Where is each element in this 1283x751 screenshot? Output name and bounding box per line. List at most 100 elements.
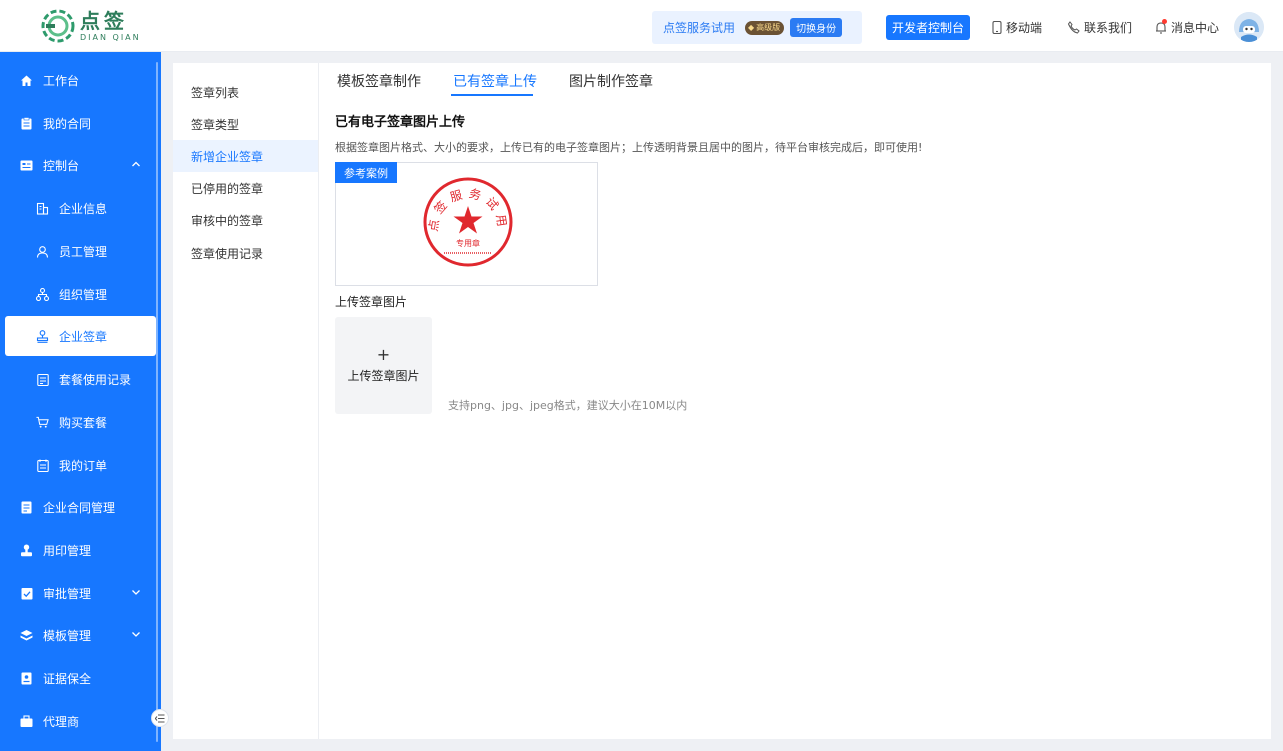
subnav-item-pending-seals[interactable]: 审核中的签章 xyxy=(173,204,318,236)
vip-label: 高级版 xyxy=(756,23,781,32)
seal-bottom-text: 专用章 xyxy=(456,238,480,248)
logo-text: 点签 xyxy=(80,8,128,33)
upload-button-label: 上传签章图片 xyxy=(347,369,420,383)
seal-subnav: 签章列表 签章类型 新增企业签章 已停用的签章 审核中的签章 签章使用记录 xyxy=(173,63,319,739)
order-icon xyxy=(36,459,49,472)
sidebar-item-label: 代理商 xyxy=(43,714,80,729)
sidebar-item-staff[interactable]: 员工管理 xyxy=(0,231,161,271)
console-icon xyxy=(20,159,33,172)
logo-subtext: DIAN QIAN xyxy=(80,32,141,42)
contact-link[interactable]: 联系我们 xyxy=(1067,18,1132,36)
seal-use-icon xyxy=(20,544,33,557)
sidebar-item-label: 控制台 xyxy=(43,158,80,173)
phone-icon xyxy=(1067,20,1080,34)
chevron-down-icon xyxy=(132,632,140,637)
subnav-item-seal-usage-log[interactable]: 签章使用记录 xyxy=(173,237,318,269)
account-switcher: 点签服务试用 ◆ 高级版 切换身份 xyxy=(652,11,862,44)
sidebar-item-company-contracts[interactable]: 企业合同管理 xyxy=(0,487,161,527)
tab-image-seal[interactable]: 图片制作签章 xyxy=(569,71,653,91)
developer-console-button[interactable]: 开发者控制台 xyxy=(886,15,970,40)
layers-icon xyxy=(20,629,33,642)
vip-badge: ◆ 高级版 xyxy=(745,20,785,35)
logo-mark-icon xyxy=(41,9,75,43)
agent-icon xyxy=(20,714,33,728)
sidebar-item-label: 企业信息 xyxy=(59,201,108,216)
user-avatar[interactable] xyxy=(1234,12,1264,42)
sidebar-item-label: 企业签章 xyxy=(59,329,108,344)
upload-label: 上传签章图片 xyxy=(335,295,408,309)
sidebar-item-company-info[interactable]: 企业信息 xyxy=(0,188,161,228)
subnav-item-add-seal[interactable]: 新增企业签章 xyxy=(173,140,318,172)
org-icon xyxy=(36,287,49,301)
sidebar-item-label: 用印管理 xyxy=(43,543,92,558)
subnav-item-seal-list[interactable]: 签章列表 xyxy=(173,76,318,108)
sidebar-item-my-orders[interactable]: 我的订单 xyxy=(0,445,161,485)
upload-hint: 支持png、jpg、jpeg格式，建议大小在10M以内 xyxy=(448,399,688,412)
approve-icon xyxy=(20,587,33,600)
doc-icon xyxy=(20,501,33,514)
account-name[interactable]: 点签服务试用 xyxy=(663,19,735,36)
upload-seal-button[interactable]: + 上传签章图片 xyxy=(335,317,432,414)
sidebar-item-buy-package[interactable]: 购买套餐 xyxy=(0,402,161,442)
subnav-item-disabled-seals[interactable]: 已停用的签章 xyxy=(173,172,318,204)
sidebar-item-label: 证据保全 xyxy=(43,671,92,686)
sidebar-item-label: 我的合同 xyxy=(43,116,92,131)
stamp-icon xyxy=(36,329,49,343)
switch-identity-button[interactable]: 切换身份 xyxy=(790,18,843,37)
sidebar-item-my-contracts[interactable]: 我的合同 xyxy=(0,103,161,143)
sidebar-item-agent[interactable]: 代理商 xyxy=(0,701,161,741)
active-tab-indicator xyxy=(451,94,533,96)
contact-label: 联系我们 xyxy=(1084,20,1133,35)
messages-label: 消息中心 xyxy=(1171,20,1220,35)
top-header: 点签 DIAN QIAN 点签服务试用 ◆ 高级版 切换身份 开发者控制台 移动… xyxy=(0,0,1283,52)
sidebar-item-console[interactable]: 控制台 xyxy=(0,145,161,185)
avatar-icon xyxy=(1234,12,1264,42)
sidebar-item-company-seal[interactable]: 企业签章 xyxy=(5,316,156,356)
sidebar-item-seal-usage[interactable]: 用印管理 xyxy=(0,530,161,570)
app-logo[interactable]: 点签 DIAN QIAN xyxy=(40,8,141,44)
sidebar-collapse-button[interactable] xyxy=(151,709,169,727)
tab-upload-existing-seal[interactable]: 已有签章上传 xyxy=(453,71,537,91)
unread-dot xyxy=(1162,19,1167,24)
section-title: 已有电子签章图片上传 xyxy=(335,115,466,130)
sidebar: 工作台 我的合同 控制台 企业信息 员工管理 组织管理 企业签章 套餐使用记录 … xyxy=(0,52,161,751)
sidebar-item-label: 组织管理 xyxy=(59,287,108,302)
sidebar-item-templates[interactable]: 模板管理 xyxy=(0,615,161,655)
sidebar-item-label: 我的订单 xyxy=(59,458,108,473)
section-description: 根据签章图片格式、大小的要求，上传已有的电子签章图片；上传透明背景且居中的图片，… xyxy=(335,141,923,154)
mobile-link[interactable]: 移动端 xyxy=(992,18,1042,36)
cart-icon xyxy=(36,416,49,429)
sidebar-item-package-records[interactable]: 套餐使用记录 xyxy=(0,359,161,399)
record-icon xyxy=(36,373,49,386)
mobile-icon xyxy=(992,20,1002,34)
user-icon xyxy=(36,245,49,258)
sidebar-item-approval[interactable]: 审批管理 xyxy=(0,573,161,613)
subnav-item-seal-types[interactable]: 签章类型 xyxy=(173,108,318,140)
mobile-label: 移动端 xyxy=(1006,20,1043,35)
sidebar-item-org[interactable]: 组织管理 xyxy=(0,274,161,314)
chevron-up-icon xyxy=(132,161,140,167)
chevron-down-icon xyxy=(132,590,140,595)
sample-seal-image: 点签服务试用 专用章 xyxy=(423,177,513,267)
evidence-icon xyxy=(20,672,33,685)
diamond-icon: ◆ xyxy=(748,23,755,32)
contract-icon xyxy=(20,116,33,130)
sample-seal-box: 参考案例 点签服务试用 专用章 xyxy=(335,162,598,286)
sidebar-item-label: 企业合同管理 xyxy=(43,500,116,515)
message-center-link[interactable]: 消息中心 xyxy=(1155,18,1219,36)
sidebar-item-label: 员工管理 xyxy=(59,244,108,259)
sidebar-item-label: 审批管理 xyxy=(43,586,92,601)
plus-icon: + xyxy=(376,345,391,364)
sidebar-item-label: 工作台 xyxy=(43,73,80,88)
building-icon xyxy=(36,202,49,215)
sidebar-item-label: 套餐使用记录 xyxy=(59,372,132,387)
home-icon xyxy=(20,74,33,87)
sidebar-item-evidence[interactable]: 证据保全 xyxy=(0,658,161,698)
sample-tag: 参考案例 xyxy=(335,162,397,183)
collapse-menu-icon xyxy=(155,714,165,722)
main-panel: 签章列表 签章类型 新增企业签章 已停用的签章 审核中的签章 签章使用记录 模板… xyxy=(173,63,1271,739)
tab-template-seal[interactable]: 模板签章制作 xyxy=(337,71,421,91)
sidebar-item-label: 模板管理 xyxy=(43,628,92,643)
sidebar-item-label: 购买套餐 xyxy=(59,415,108,430)
sidebar-item-workbench[interactable]: 工作台 xyxy=(0,60,161,100)
